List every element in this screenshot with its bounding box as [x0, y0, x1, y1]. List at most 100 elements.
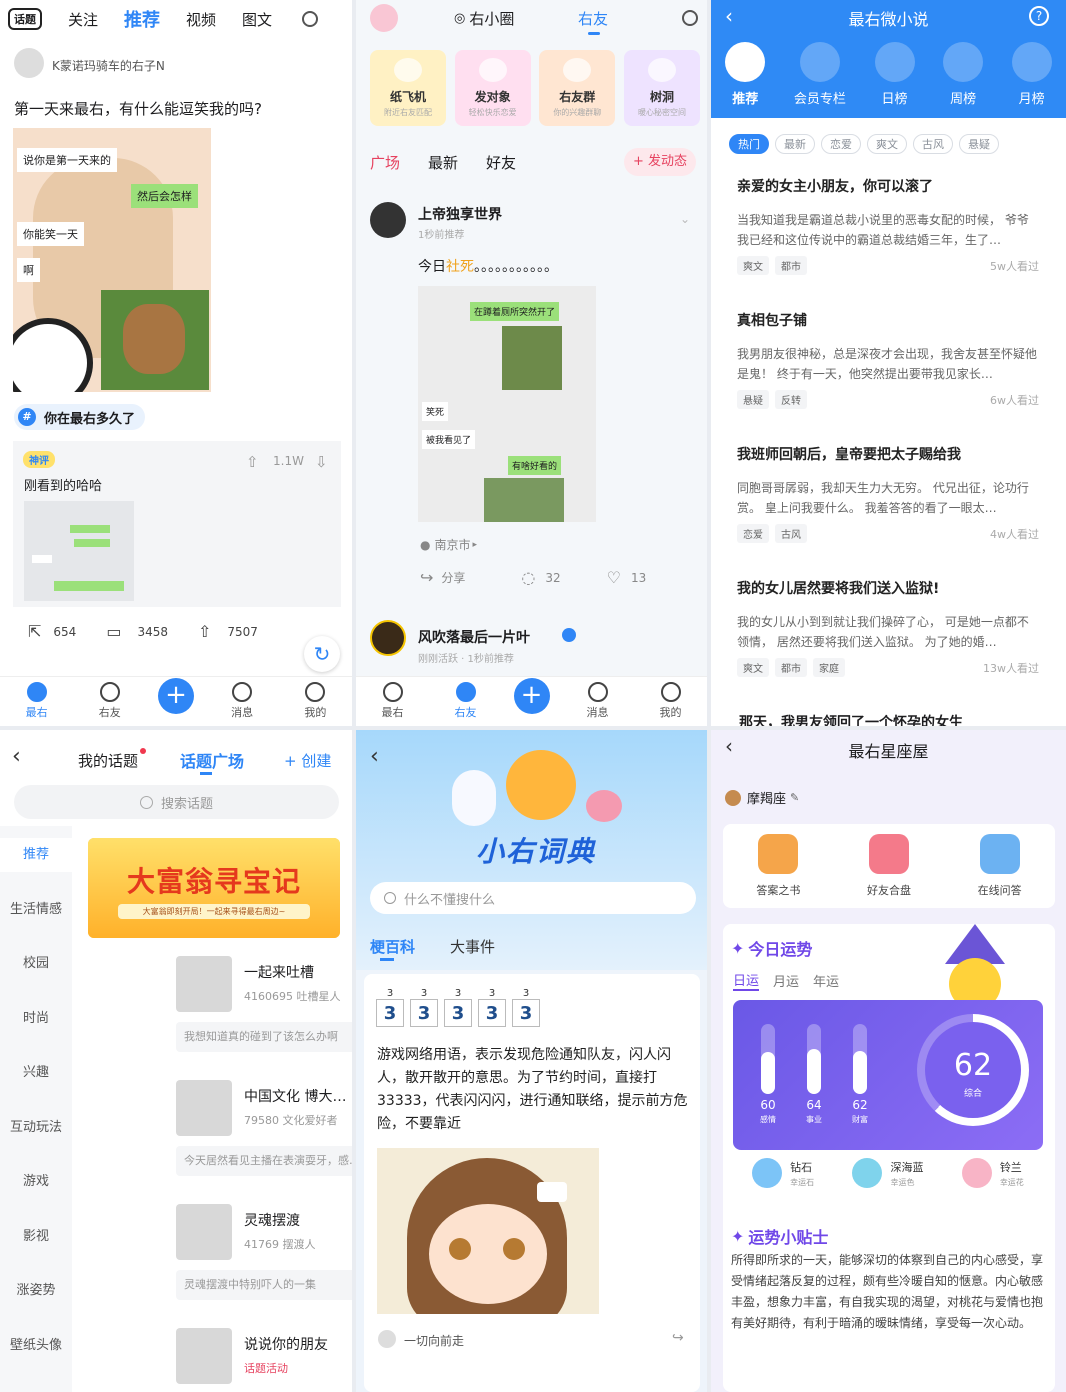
story-card[interactable]: 亲爱的女主小朋友，你可以滚了 当我知道我是霸道总裁小说里的恶毒女配的时候， 爷爷我… [725, 166, 1051, 288]
story-tag[interactable]: 家庭 [813, 658, 845, 677]
story-title[interactable]: 那天，我男友领回了一个怀孕的女生 [739, 712, 963, 726]
meme-image[interactable] [377, 1148, 599, 1314]
tab-good-friends[interactable]: 好友 [486, 152, 516, 173]
genre-chip[interactable]: 古风 [913, 134, 953, 154]
topic-comment[interactable]: 灵魂摆渡中特别吓人的一集166 [176, 1270, 352, 1300]
category-item[interactable]: 游戏 [0, 1165, 72, 1199]
avatar[interactable] [378, 1330, 396, 1348]
category-item[interactable]: 兴趣 [0, 1056, 72, 1090]
publish-button[interactable]: + [513, 678, 550, 714]
feature-entry[interactable]: 纸飞机 附近右友匹配 [370, 50, 446, 126]
avatar[interactable] [370, 4, 398, 32]
category-item[interactable]: 涨姿势 [0, 1274, 72, 1308]
post-image[interactable]: 说你是第一天来的 然后会怎样 你能笑一天 啊 [13, 128, 211, 392]
search-icon[interactable] [302, 11, 319, 27]
tool-item[interactable]: 答案之书 [756, 834, 800, 898]
meme-card[interactable]: 3333333333 游戏网络用语，表示发现危险通知队友，闪人闪人，散开散开的意… [364, 974, 700, 1392]
feature-entry[interactable]: 右友群 你的兴趣群聊 [539, 50, 616, 126]
genre-chip[interactable]: 最新 [775, 134, 815, 154]
circle-tab[interactable]: ◎ 右小圈 [454, 8, 514, 29]
category-item[interactable]: 推荐 [0, 838, 72, 872]
search-input[interactable]: 什么不懂搜什么 [370, 882, 696, 914]
back-icon[interactable]: ‹ [370, 744, 379, 769]
category-item[interactable]: 互动玩法 [0, 1111, 72, 1145]
story-card[interactable]: 我班师回朝后，皇帝要把太子赐给我 同胞哥哥孱弱，我却天生力大无穷。 代兄出征，论功… [725, 434, 1051, 556]
search-input[interactable]: 搜索话题 [14, 785, 339, 819]
comment-image[interactable] [24, 501, 134, 601]
story-tag[interactable]: 悬疑 [737, 390, 769, 409]
tab-daily[interactable]: 日运 [733, 970, 760, 991]
story-tag[interactable]: 恋爱 [737, 524, 769, 543]
share-icon[interactable]: ↪ [420, 568, 433, 587]
upvote-icon[interactable]: ⇧ [246, 453, 259, 471]
nav-messages[interactable]: 消息 [573, 682, 623, 720]
location[interactable]: ● 南京市 ▸ [420, 536, 477, 553]
comment-icon[interactable]: ▭ [106, 622, 121, 641]
nav-me[interactable]: 我的 [646, 682, 696, 720]
story-tag[interactable]: 古风 [775, 524, 807, 543]
genre-chip[interactable]: 恋爱 [821, 134, 861, 154]
tab-friends[interactable]: 右友 [578, 8, 608, 29]
nav-friends[interactable]: 右友 [85, 682, 135, 720]
topic-comment[interactable]: 我想知道真的碰到了该怎么办啊4269 [176, 1022, 352, 1052]
topic-item[interactable]: 灵魂摆渡41769 摆渡人加入灵魂摆渡中特别吓人的一集166 [176, 1200, 352, 1312]
tab-events[interactable]: 大事件 [450, 936, 495, 957]
rank-tab[interactable]: 会员专栏 [794, 42, 846, 107]
avatar[interactable] [370, 202, 406, 238]
back-icon[interactable]: ‹ [12, 744, 21, 769]
share-icon[interactable]: ↪ [672, 1330, 684, 1346]
category-item[interactable]: 壁纸头像 [0, 1329, 72, 1363]
author-name[interactable]: 上帝独享世界 [418, 204, 502, 224]
nav-home[interactable]: 最右 [12, 682, 62, 720]
god-comment[interactable]: 神评 ⇧ 1.1W ⇩ 刚看到的哈哈 [13, 441, 341, 607]
heart-icon[interactable]: ♡ [607, 568, 621, 587]
like-icon[interactable]: ⇧ [198, 622, 211, 641]
author-name[interactable]: 风吹落最后一片叶 [418, 627, 530, 647]
tab-topic-square[interactable]: 话题广场 [180, 748, 244, 772]
category-item[interactable]: 影视 [0, 1220, 72, 1254]
story-tag[interactable]: 都市 [775, 256, 807, 275]
topic-item[interactable]: 一起来吐槽4160695 吐槽星人加入我想知道真的碰到了该怎么办啊4269 [176, 952, 352, 1064]
story-card[interactable]: 真相包子铺 我男朋友很神秘，总是深夜才会出现，我舍友甚至怀疑他是鬼！ 终于有一天，… [725, 300, 1051, 422]
category-item[interactable]: 校园 [0, 947, 72, 981]
topic-item[interactable]: 中国文化 博大…79580 文化爱好者加入今天居然看见主播在表演耍牙，感…283 [176, 1076, 352, 1188]
avatar[interactable] [370, 620, 406, 656]
feature-entry[interactable]: 树洞 暖心秘密空间 [623, 50, 700, 126]
tab-image-text[interactable]: 图文 [242, 9, 272, 30]
edit-icon[interactable]: ✎ [790, 791, 799, 804]
nav-messages[interactable]: 消息 [217, 682, 267, 720]
topic-pill[interactable]: # 你在最右多久了 [14, 404, 146, 430]
tool-item[interactable]: 好友合盘 [867, 834, 911, 898]
tab-follow[interactable]: 关注 [68, 9, 98, 30]
category-item[interactable]: 时尚 [0, 1002, 72, 1036]
search-icon[interactable] [682, 10, 698, 26]
zodiac-selector[interactable]: 摩羯座 ✎ [725, 788, 799, 807]
rank-tab[interactable]: 月榜 [1011, 42, 1052, 107]
nav-home[interactable]: 最右 [368, 682, 418, 720]
tab-yearly[interactable]: 年运 [813, 971, 839, 990]
post-dynamic-button[interactable]: + 发动态 [624, 148, 696, 176]
tab-recommend[interactable]: 推荐 [124, 6, 160, 32]
feature-entry[interactable]: 发对象 轻松快乐恋爱 [454, 50, 531, 126]
tab-latest[interactable]: 最新 [428, 152, 458, 173]
tab-my-topics[interactable]: 我的话题 [78, 750, 138, 771]
chevron-down-icon[interactable]: ⌄ [680, 212, 690, 226]
tab-video[interactable]: 视频 [186, 9, 216, 30]
genre-chip[interactable]: 热门 [729, 134, 769, 154]
share-label[interactable]: 分享 [441, 569, 465, 586]
rank-tab[interactable]: 日榜 [874, 42, 915, 107]
banner[interactable]: 大富翁寻宝记 大富翁即刻开局！一起来寻得最右周边~ [88, 838, 340, 938]
topic-item[interactable]: 说说你的朋友话题活动加入 [176, 1324, 352, 1392]
create-button[interactable]: + 创建 [284, 750, 331, 771]
topic-comment[interactable]: 今天居然看见主播在表演耍牙，感…283 [176, 1146, 352, 1176]
rank-tab[interactable]: 周榜 [943, 42, 984, 107]
author-name[interactable]: 一切向前走 [404, 1332, 464, 1349]
genre-chip[interactable]: 爽文 [867, 134, 907, 154]
nav-me[interactable]: 我的 [290, 682, 340, 720]
tab-square[interactable]: 广场 [370, 152, 400, 173]
refresh-icon[interactable]: ↻ [304, 636, 340, 672]
username[interactable]: K蒙诺玛骑车的右子N [52, 57, 165, 74]
tab-monthly[interactable]: 月运 [773, 971, 799, 990]
story-tag[interactable]: 都市 [775, 658, 807, 677]
rank-tab[interactable]: 推荐 [725, 42, 766, 107]
